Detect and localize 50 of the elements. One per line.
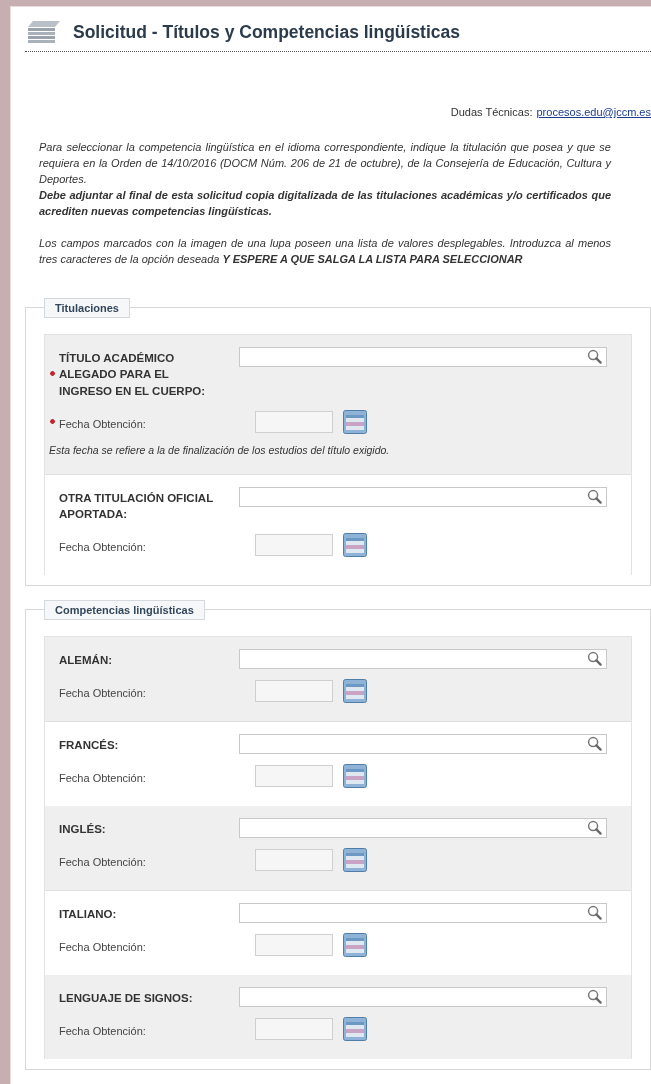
calendar-icon[interactable] <box>343 847 367 872</box>
calendar-icon[interactable] <box>343 763 367 788</box>
date-label: Fecha Obtención: <box>58 771 147 785</box>
search-icon <box>587 905 602 921</box>
date-label: Fecha Obtención: <box>58 686 147 700</box>
date-field[interactable] <box>255 764 333 787</box>
date-label: Fecha Obtención: <box>58 855 147 869</box>
date-field[interactable] <box>255 410 333 433</box>
date-label: Fecha Obtención: <box>58 540 147 554</box>
section-legend: Competencias lingüísticas <box>44 599 205 620</box>
search-icon <box>587 651 602 667</box>
calendar-icon[interactable] <box>343 409 367 434</box>
search-icon <box>587 736 602 752</box>
search-field[interactable] <box>239 817 607 838</box>
search-icon <box>587 989 602 1005</box>
instruction-text: Para seleccionar la competencia lingüística en el idioma correspondiente, indique la titulación que posea y que se requiera en la Orden de 14/10/2016 (DOCM Núm. 206 de 21 de octubre), de la Consejería de Educación, Cultura y Deportes. <box>39 140 611 187</box>
field-label: OTRA TITULACIÓN OFICIAL APORTADA: <box>58 490 214 523</box>
date-label: Fecha Obtención: <box>58 940 147 954</box>
search-icon <box>587 349 602 365</box>
field-label: ITALIANO: <box>58 906 118 922</box>
search-field[interactable] <box>239 986 607 1007</box>
search-field[interactable] <box>239 648 607 669</box>
page-title: Solicitud - Títulos y Competencias lingüísticas <box>73 21 460 43</box>
date-field[interactable] <box>255 679 333 702</box>
instruction-text: Debe adjuntar al final de esta solicitud copia digitalizada de las titulaciones académicas y/o certificados que acrediten nuevas competencias lingüísticas. <box>39 187 611 219</box>
field-label: ALEMÁN: <box>58 652 114 668</box>
date-field[interactable] <box>255 848 333 871</box>
stacked-pages-icon <box>27 19 61 45</box>
instruction-text: Los campos marcados con la imagen de una lupa poseen una lista de valores desplegables. Introduzca al menos tres caracteres de la opción deseada Y ESPERE A QUE SALGA LA LISTA PARA SELECCIONAR <box>39 235 611 267</box>
field-label: LENGUAJE DE SIGNOS: <box>58 990 194 1006</box>
search-field[interactable] <box>239 346 607 367</box>
date-label: Fecha Obtención: <box>58 1024 147 1038</box>
date-field[interactable] <box>255 1017 333 1040</box>
search-icon <box>587 489 602 505</box>
calendar-icon[interactable] <box>343 532 367 557</box>
section-legend: Titulaciones <box>44 297 130 318</box>
contact-label: Dudas Técnicas: <box>450 106 533 118</box>
search-field[interactable] <box>239 733 607 754</box>
search-field[interactable] <box>239 902 607 923</box>
date-field[interactable] <box>255 533 333 556</box>
calendar-icon[interactable] <box>343 932 367 957</box>
search-icon <box>587 820 602 836</box>
date-field[interactable] <box>255 933 333 956</box>
calendar-icon[interactable] <box>343 1016 367 1041</box>
field-label: FRANCÉS: <box>58 737 120 753</box>
search-field[interactable] <box>239 486 607 507</box>
field-label: INGLÉS: <box>58 821 107 837</box>
calendar-icon[interactable] <box>343 678 367 703</box>
field-note: Esta fecha se refiere a la de finalización de los estudios del título exigido. <box>49 443 391 456</box>
email-link[interactable]: procesos.edu@jccm.es <box>536 106 651 118</box>
